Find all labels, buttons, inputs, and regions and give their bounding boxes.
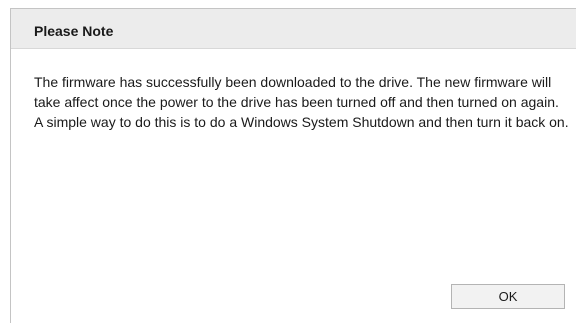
dialog-message: The firmware has successfully been downl…: [34, 74, 569, 130]
dialog-title: Please Note: [34, 23, 114, 39]
ok-button[interactable]: OK: [451, 284, 565, 309]
dialog-title-bar: Please Note: [11, 9, 576, 49]
please-note-dialog: Please Note The firmware has successfull…: [10, 8, 576, 323]
